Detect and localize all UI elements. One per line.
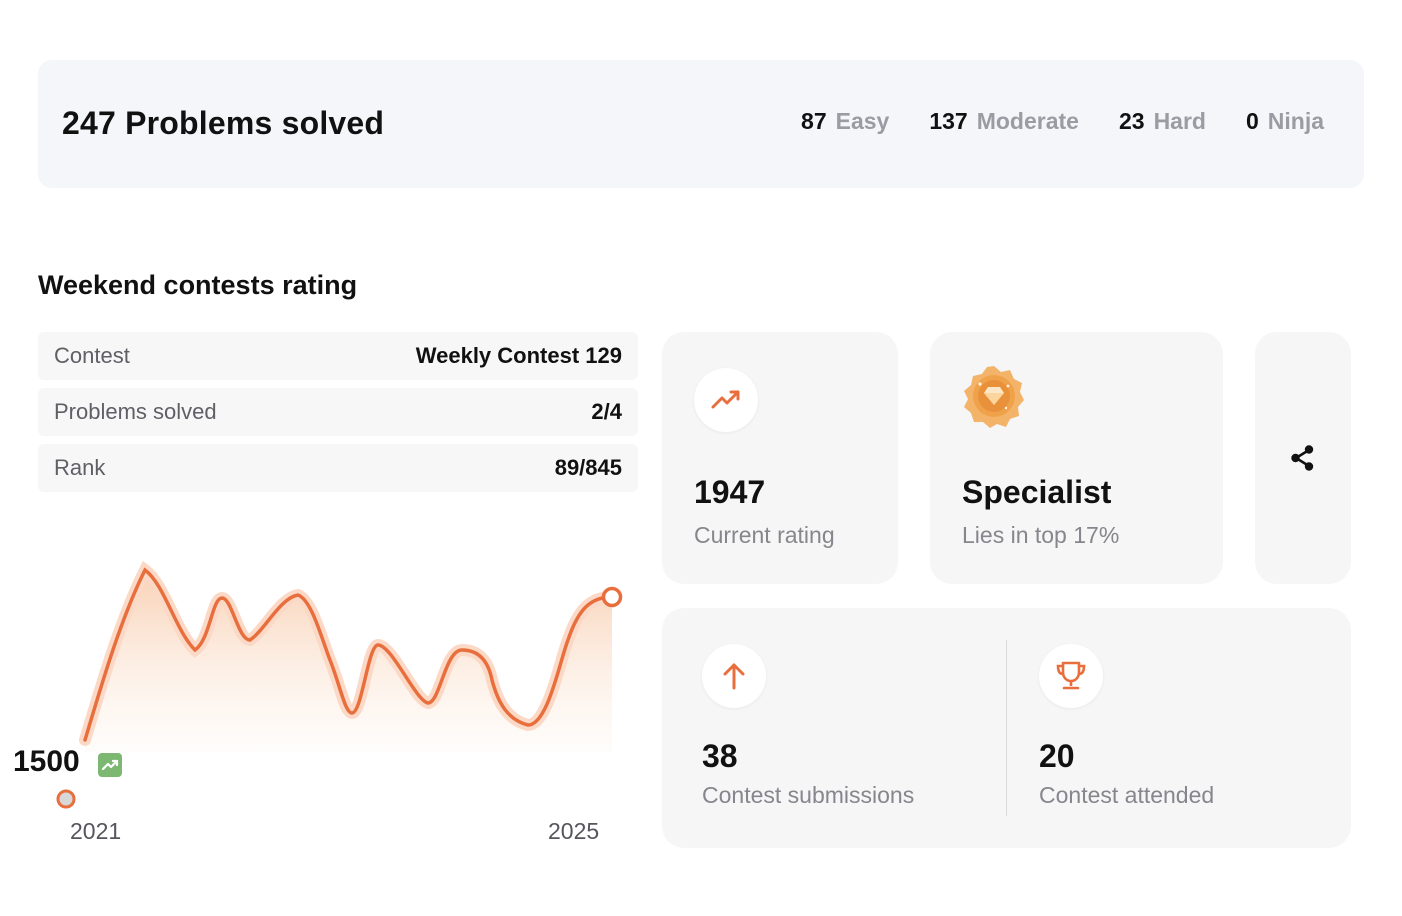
ninja-count: 0 xyxy=(1245,108,1259,134)
rank-value: 89/845 xyxy=(554,455,622,480)
specialist-card: Specialist Lies in top 17% xyxy=(930,332,1223,584)
x-label-2021: 2021 xyxy=(70,818,122,844)
attended-label: Contest attended xyxy=(1039,782,1215,808)
x-label-2025: 2025 xyxy=(548,818,600,844)
difficulty-hard: 23 Hard xyxy=(1119,108,1206,135)
contest-value: Weekly Contest 129 xyxy=(415,343,622,368)
easy-count: 87 xyxy=(801,108,827,134)
chart-start-value: 1500 xyxy=(13,745,80,778)
share-card[interactable] xyxy=(1255,332,1351,584)
specialist-subtitle: Lies in top 17% xyxy=(962,522,1120,548)
rating-start-point[interactable] xyxy=(56,789,76,809)
rank-label: Rank xyxy=(54,455,106,480)
contest-label: Contest xyxy=(54,343,130,368)
problems-solved-value: 2/4 xyxy=(591,399,622,424)
problems-solved-row: Problems solved 2/4 xyxy=(38,388,638,436)
hard-count: 23 xyxy=(1118,108,1145,134)
activity-divider xyxy=(1006,640,1007,816)
current-rating-label: Current rating xyxy=(694,522,835,548)
difficulty-moderate: 137 Moderate xyxy=(929,108,1079,135)
specialist-title: Specialist xyxy=(962,474,1112,510)
attended-value: 20 xyxy=(1039,738,1075,774)
submissions-label: Contest submissions xyxy=(702,782,915,808)
difficulty-breakdown: 87 Easy 137 Moderate 23 Hard 0 Ninja xyxy=(801,108,1324,135)
share-icon[interactable] xyxy=(1287,442,1319,474)
contests-rating-title: Weekend contests rating xyxy=(38,270,358,300)
rank-row: Rank 89/845 xyxy=(38,444,638,492)
current-rating-value: 1947 xyxy=(694,474,766,510)
specialist-badge-icon xyxy=(962,364,1026,428)
trending-up-icon xyxy=(694,368,758,432)
moderate-label: Moderate xyxy=(976,108,1079,134)
ninja-label: Ninja xyxy=(1267,108,1324,134)
moderate-count: 137 xyxy=(929,108,968,134)
submissions-value: 38 xyxy=(702,738,738,774)
problems-summary: 247 Problems solved 87 Easy 137 Moderate… xyxy=(38,60,1364,188)
difficulty-easy: 87 Easy xyxy=(801,108,889,135)
arrow-up-icon xyxy=(702,644,766,708)
current-rating-card: 1947 Current rating xyxy=(662,332,898,584)
trending-up-icon xyxy=(98,753,122,777)
problems-solved-title: 247 Problems solved xyxy=(62,105,385,141)
difficulty-ninja: 0 Ninja xyxy=(1246,108,1324,135)
trophy-icon xyxy=(1039,644,1103,708)
problems-solved-label: Problems solved xyxy=(54,399,217,424)
hard-label: Hard xyxy=(1153,108,1206,134)
contest-info-row: Contest Weekly Contest 129 xyxy=(38,332,638,380)
easy-label: Easy xyxy=(835,108,890,134)
rating-end-point[interactable] xyxy=(601,586,623,608)
